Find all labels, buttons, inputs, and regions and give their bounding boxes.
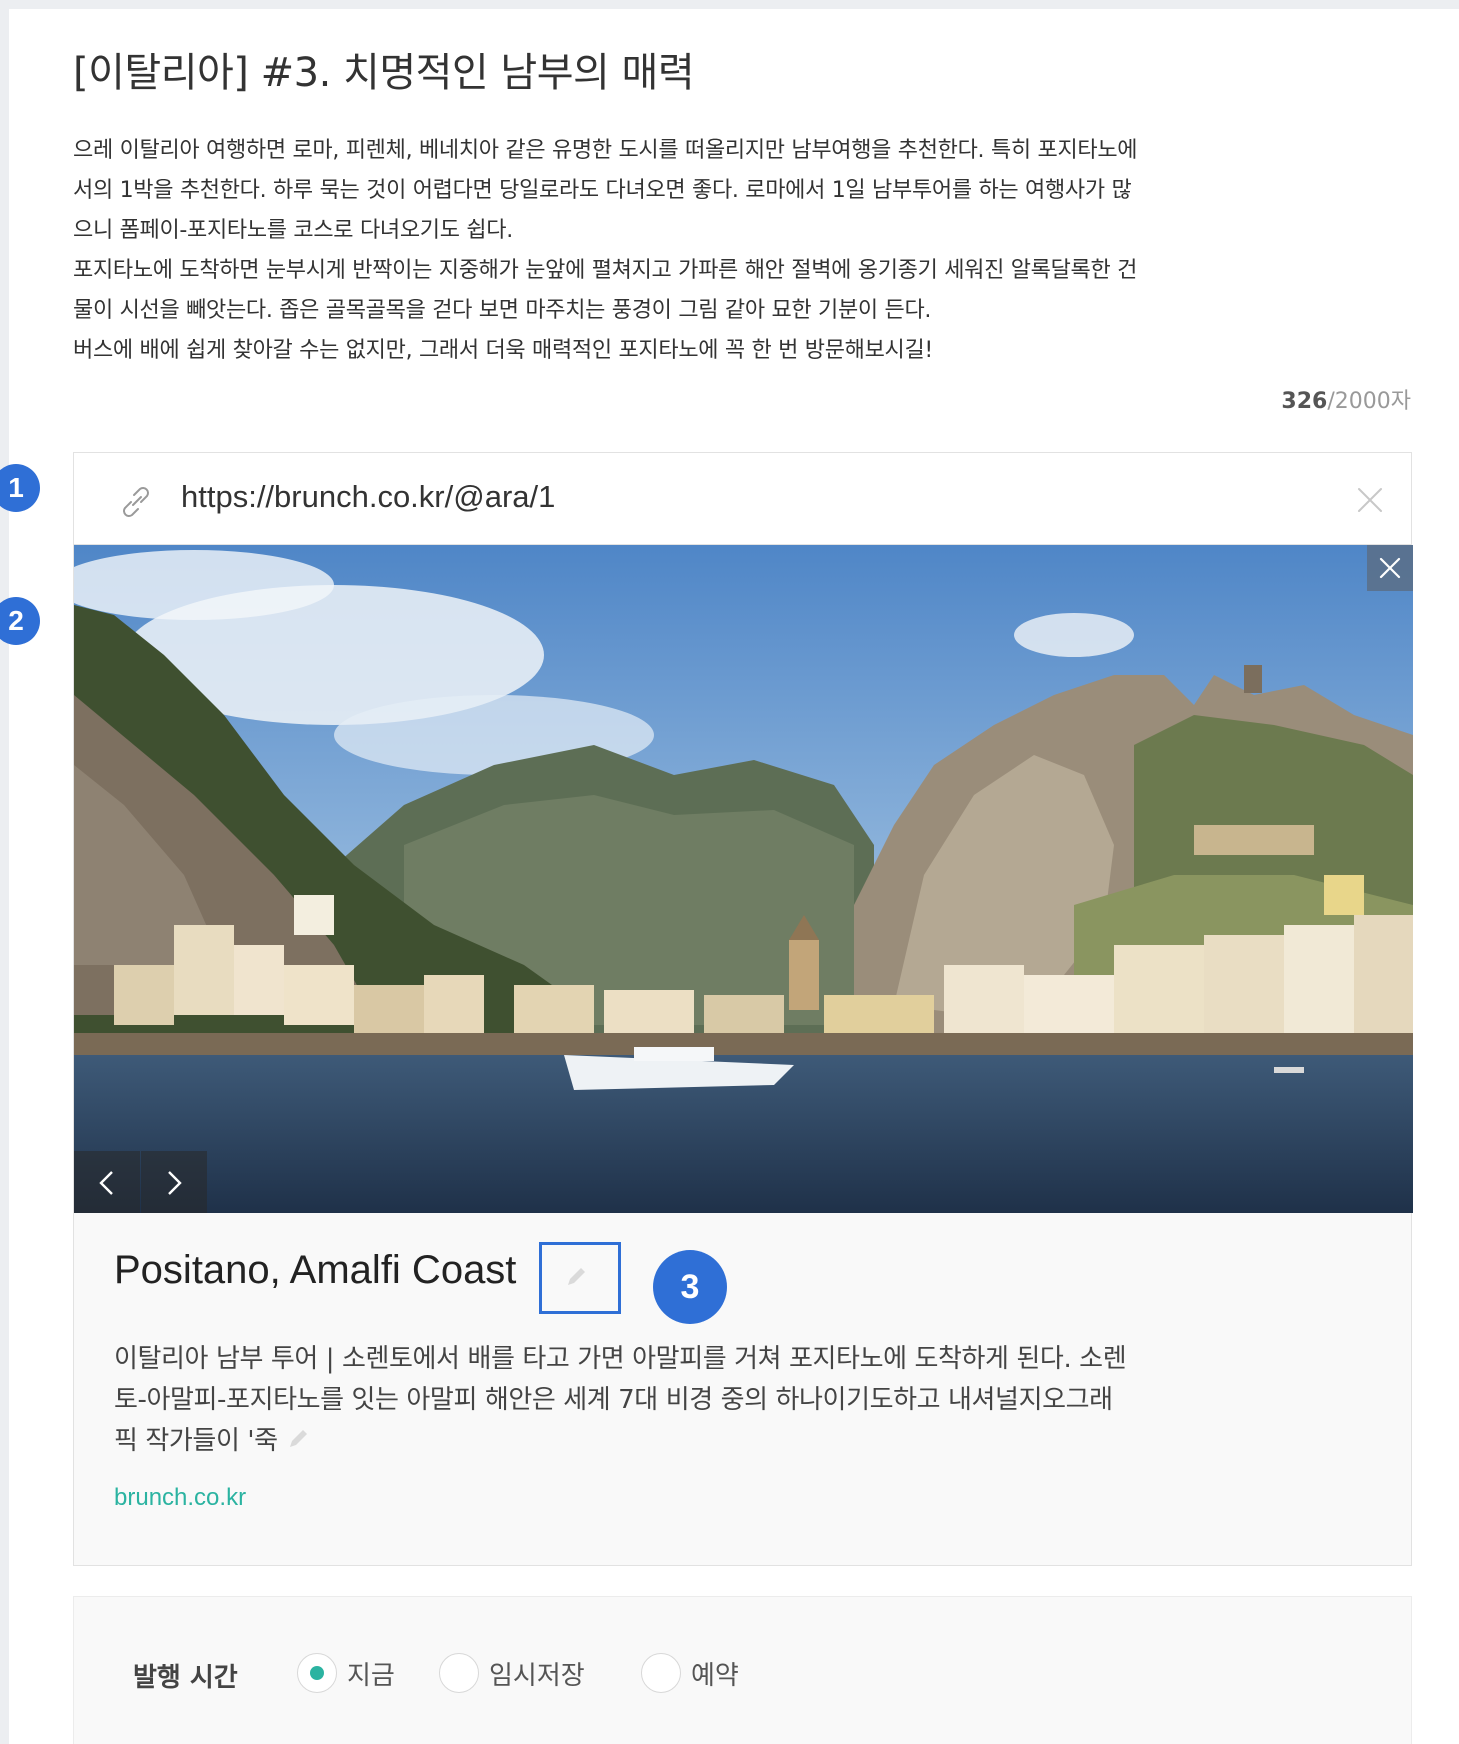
- coast-photo: [74, 545, 1413, 1213]
- post-body-editor[interactable]: 으레 이탈리아 여행하면 로마, 피렌체, 베네치아 같은 유명한 도시를 떠올…: [73, 131, 1413, 371]
- radio-label: 예약: [691, 1660, 739, 1691]
- prev-image-button[interactable]: [74, 1151, 140, 1213]
- radio-indicator-selected[interactable]: [297, 1653, 337, 1693]
- card-domain: brunch.co.kr: [114, 1484, 247, 1511]
- char-count: 326: [1281, 389, 1328, 414]
- radio-label: 지금: [347, 1660, 395, 1691]
- close-icon: [1379, 557, 1401, 579]
- url-text[interactable]: https://brunch.co.kr/@ara/1: [181, 479, 555, 515]
- next-image-button[interactable]: [141, 1151, 207, 1213]
- chevron-left-icon: [99, 1171, 113, 1195]
- link-preview-card: https://brunch.co.kr/@ara/1 Positano, Am…: [73, 452, 1413, 1566]
- radio-save-draft[interactable]: 임시저장: [439, 1653, 585, 1693]
- post-body-line: 으레 이탈리아 여행하면 로마, 피렌체, 베네치아 같은 유명한 도시를 떠올…: [73, 138, 1138, 163]
- top-frame-strip: [0, 0, 1459, 9]
- publish-settings-panel: 발행 시간 지금 임시저장 예약: [73, 1596, 1412, 1744]
- radio-indicator[interactable]: [641, 1653, 681, 1693]
- preview-image: [74, 545, 1413, 1213]
- chevron-right-icon: [168, 1171, 182, 1195]
- post-body-line: 버스에 배에 쉽게 찾아갈 수는 없지만, 그래서 더욱 매력적인 포지타노에 …: [73, 338, 933, 363]
- image-close-button[interactable]: [1367, 545, 1413, 591]
- post-body-line: 서의 1박을 추천한다. 하루 묵는 것이 어렵다면 당일로라도 다녀오면 좋다…: [73, 178, 1132, 203]
- publish-time-label: 발행 시간: [133, 1663, 238, 1693]
- close-icon[interactable]: [1353, 483, 1387, 517]
- highlight-box: [539, 1242, 621, 1314]
- post-body-line: 물이 시선을 빼앗는다. 좁은 골목골목을 걷다 보면 마주치는 풍경이 그림 …: [73, 298, 932, 323]
- char-counter: 326/2000자: [1281, 383, 1411, 415]
- annotation-marker-2: 2: [0, 597, 40, 645]
- post-body-line: 으니 폼페이-포지타노를 코스로 다녀오기도 쉽다.: [73, 218, 513, 243]
- char-limit: /2000자: [1327, 389, 1411, 414]
- card-description-line: 이탈리아 남부 투어 | 소렌토에서 배를 타고 가면 아말피를 거쳐 포지타노…: [114, 1344, 1127, 1374]
- post-title[interactable]: [이탈리아] #3. 치명적인 남부의 매력: [73, 40, 695, 98]
- annotation-marker-1: 1: [0, 464, 40, 512]
- card-description-text: 픽 작가들이 '죽: [114, 1426, 278, 1456]
- pencil-icon[interactable]: [286, 1423, 310, 1447]
- card-description-line: 토-아말피-포지타노를 잇는 아말피 해안은 세계 7대 비경 중의 하나이기도…: [114, 1385, 1113, 1415]
- card-description[interactable]: 이탈리아 남부 투어 | 소렌토에서 배를 타고 가면 아말피를 거쳐 포지타노…: [114, 1339, 1374, 1462]
- url-bar: https://brunch.co.kr/@ara/1: [74, 453, 1411, 545]
- annotation-marker-3: 3: [653, 1250, 727, 1324]
- link-icon: [114, 480, 158, 524]
- radio-indicator[interactable]: [439, 1653, 479, 1693]
- radio-publish-now[interactable]: 지금: [297, 1653, 395, 1693]
- card-description-line: 픽 작가들이 '죽: [114, 1421, 1374, 1462]
- radio-schedule[interactable]: 예약: [641, 1653, 739, 1693]
- card-title[interactable]: Positano, Amalfi Coast: [114, 1248, 516, 1293]
- radio-label: 임시저장: [489, 1660, 585, 1691]
- post-body-line: 포지타노에 도착하면 눈부시게 반짝이는 지중해가 눈앞에 펼쳐지고 가파른 해…: [73, 258, 1138, 283]
- left-frame-strip: [0, 0, 9, 1744]
